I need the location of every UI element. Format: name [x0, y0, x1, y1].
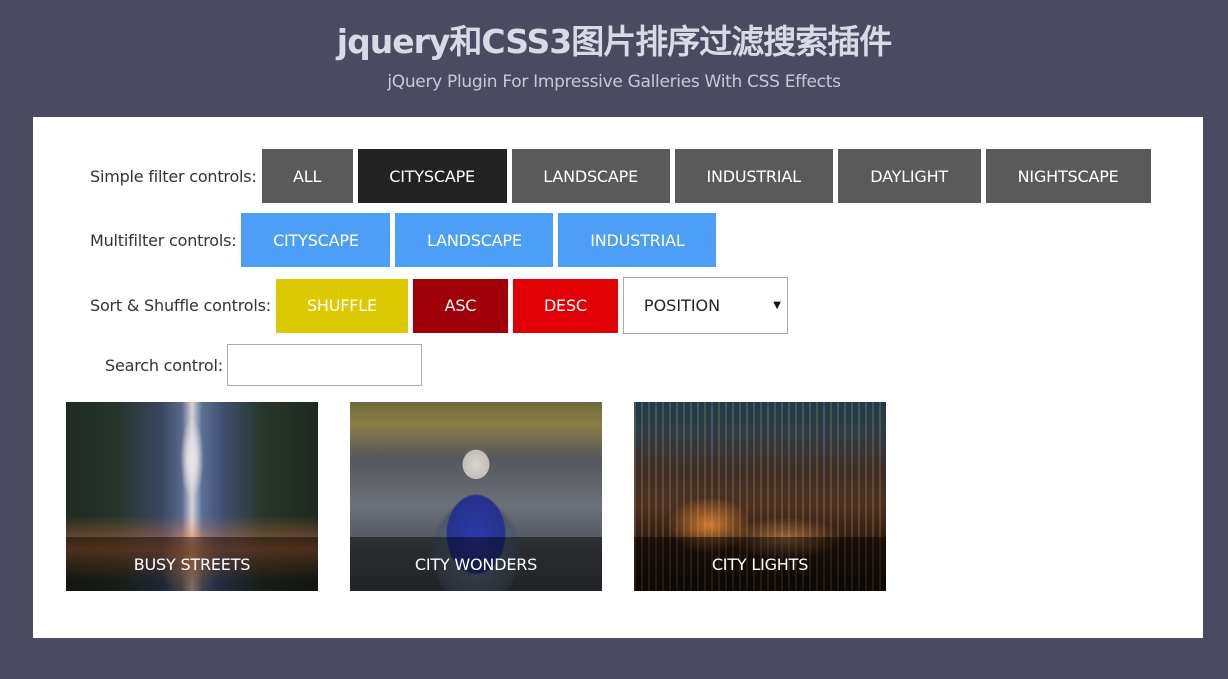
search-input[interactable]	[226, 344, 422, 386]
demo-panel: Simple filter controls: ALL CITYSCAPE LA…	[33, 117, 1203, 638]
multifilter-cityscape-button[interactable]: CITYSCAPE	[241, 213, 391, 267]
gallery-caption: CITY WONDERS	[350, 537, 602, 591]
sort-asc-button[interactable]: ASC	[412, 278, 508, 333]
sort-shuffle-row: Sort & Shuffle controls: SHUFFLE ASC DES…	[90, 277, 788, 334]
multifilter-industrial-button[interactable]: INDUSTRIAL	[558, 213, 717, 267]
gallery-caption: BUSY STREETS	[66, 537, 318, 591]
sort-shuffle-label: Sort & Shuffle controls:	[90, 296, 271, 315]
gallery-item-city-wonders[interactable]: CITY WONDERS	[350, 402, 602, 591]
shuffle-button[interactable]: SHUFFLE	[275, 278, 408, 333]
sort-by-select-value: POSITION	[643, 296, 721, 315]
filter-landscape-button[interactable]: LANDSCAPE	[511, 149, 670, 203]
multifilter-row: Multifilter controls: CITYSCAPE LANDSCAP…	[90, 213, 721, 267]
search-row: Search control:	[105, 344, 422, 386]
filter-cityscape-button[interactable]: CITYSCAPE	[357, 149, 507, 203]
gallery-item-busy-streets[interactable]: BUSY STREETS	[66, 402, 318, 591]
multifilter-label: Multifilter controls:	[90, 230, 237, 250]
sort-desc-button[interactable]: DESC	[512, 278, 618, 333]
sort-by-select[interactable]: POSITION ▼	[622, 277, 788, 334]
filter-industrial-button[interactable]: INDUSTRIAL	[674, 149, 833, 203]
filter-all-button[interactable]: ALL	[261, 149, 353, 203]
dropdown-arrow-icon: ▼	[773, 300, 781, 311]
simple-filter-row: Simple filter controls: ALL CITYSCAPE LA…	[90, 149, 1156, 203]
filter-nightscape-button[interactable]: NIGHTSCAPE	[985, 149, 1151, 203]
simple-filter-label: Simple filter controls:	[90, 166, 257, 186]
page-subtitle: jQuery Plugin For Impressive Galleries W…	[387, 72, 841, 92]
multifilter-landscape-button[interactable]: LANDSCAPE	[395, 213, 554, 267]
filter-daylight-button[interactable]: DAYLIGHT	[837, 149, 981, 203]
gallery-caption: CITY LIGHTS	[634, 537, 886, 591]
gallery-item-city-lights[interactable]: CITY LIGHTS	[634, 402, 886, 591]
page-title: jquery和CSS3图片排序过滤搜索插件	[336, 22, 892, 61]
search-label: Search control:	[105, 355, 223, 375]
